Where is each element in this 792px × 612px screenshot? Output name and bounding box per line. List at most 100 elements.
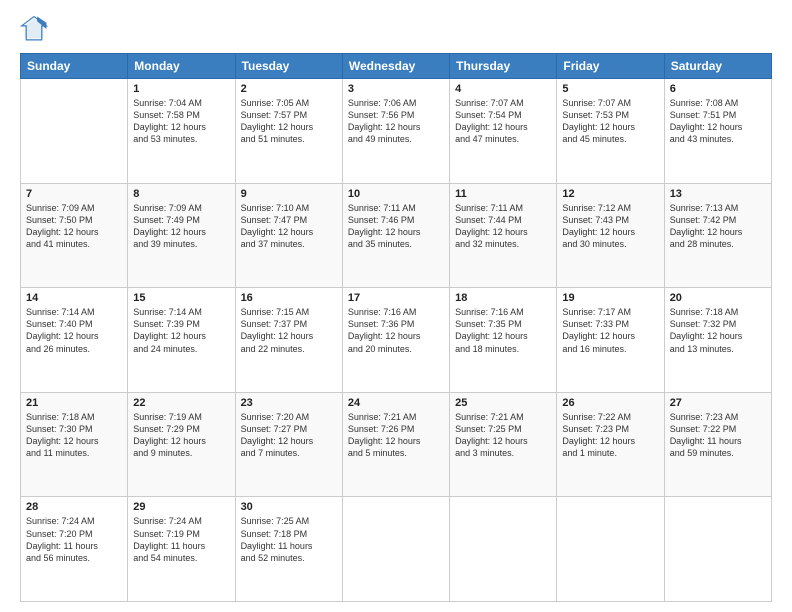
- page: SundayMondayTuesdayWednesdayThursdayFrid…: [0, 0, 792, 612]
- header-day-sunday: Sunday: [21, 54, 128, 79]
- day-info: Sunrise: 7:14 AM Sunset: 7:39 PM Dayligh…: [133, 306, 229, 355]
- day-cell: 3 Sunrise: 7:06 AM Sunset: 7:56 PM Daylig…: [342, 79, 449, 184]
- day-info: Sunrise: 7:21 AM Sunset: 7:26 PM Dayligh…: [348, 411, 444, 460]
- day-number: 18: [455, 292, 551, 304]
- day-number: 6: [670, 83, 766, 95]
- day-info: Sunrise: 7:11 AM Sunset: 7:46 PM Dayligh…: [348, 202, 444, 251]
- day-number: 10: [348, 188, 444, 200]
- day-number: 14: [26, 292, 122, 304]
- day-info: Sunrise: 7:16 AM Sunset: 7:36 PM Dayligh…: [348, 306, 444, 355]
- day-cell: [557, 497, 664, 602]
- day-cell: 24 Sunrise: 7:21 AM Sunset: 7:26 PM Dayli…: [342, 392, 449, 497]
- day-info: Sunrise: 7:08 AM Sunset: 7:51 PM Dayligh…: [670, 97, 766, 146]
- day-number: 8: [133, 188, 229, 200]
- day-info: Sunrise: 7:24 AM Sunset: 7:19 PM Dayligh…: [133, 515, 229, 564]
- header-day-wednesday: Wednesday: [342, 54, 449, 79]
- day-info: Sunrise: 7:12 AM Sunset: 7:43 PM Dayligh…: [562, 202, 658, 251]
- day-cell: [664, 497, 771, 602]
- header-day-monday: Monday: [128, 54, 235, 79]
- day-number: 29: [133, 501, 229, 513]
- day-cell: 14 Sunrise: 7:14 AM Sunset: 7:40 PM Dayli…: [21, 288, 128, 393]
- day-cell: 27Sunrise: 7:23 AM Sunset: 7:22 PM Dayli…: [664, 392, 771, 497]
- day-info: Sunrise: 7:11 AM Sunset: 7:44 PM Dayligh…: [455, 202, 551, 251]
- day-number: 3: [348, 83, 444, 95]
- day-number: 25: [455, 397, 551, 409]
- day-info: Sunrise: 7:25 AM Sunset: 7:18 PM Dayligh…: [241, 515, 337, 564]
- day-info: Sunrise: 7:24 AM Sunset: 7:20 PM Dayligh…: [26, 515, 122, 564]
- day-cell: 20 Sunrise: 7:18 AM Sunset: 7:32 PM Dayli…: [664, 288, 771, 393]
- day-info: Sunrise: 7:05 AM Sunset: 7:57 PM Dayligh…: [241, 97, 337, 146]
- week-row-5: 28 Sunrise: 7:24 AM Sunset: 7:20 PM Dayli…: [21, 497, 772, 602]
- day-info: Sunrise: 7:10 AM Sunset: 7:47 PM Dayligh…: [241, 202, 337, 251]
- day-number: 16: [241, 292, 337, 304]
- day-number: 1: [133, 83, 229, 95]
- header-day-saturday: Saturday: [664, 54, 771, 79]
- day-cell: [21, 79, 128, 184]
- day-number: 20: [670, 292, 766, 304]
- week-row-3: 14 Sunrise: 7:14 AM Sunset: 7:40 PM Dayli…: [21, 288, 772, 393]
- day-cell: 15 Sunrise: 7:14 AM Sunset: 7:39 PM Dayli…: [128, 288, 235, 393]
- logo-icon: [20, 15, 48, 43]
- day-info: Sunrise: 7:22 AM Sunset: 7:23 PM Dayligh…: [562, 411, 658, 460]
- logo: [20, 15, 52, 43]
- day-info: Sunrise: 7:18 AM Sunset: 7:32 PM Dayligh…: [670, 306, 766, 355]
- day-info: Sunrise: 7:04 AM Sunset: 7:58 PM Dayligh…: [133, 97, 229, 146]
- week-row-4: 21 Sunrise: 7:18 AM Sunset: 7:30 PM Dayli…: [21, 392, 772, 497]
- day-number: 11: [455, 188, 551, 200]
- day-cell: 19 Sunrise: 7:17 AM Sunset: 7:33 PM Dayli…: [557, 288, 664, 393]
- day-number: 26: [562, 397, 658, 409]
- day-number: 22: [133, 397, 229, 409]
- day-number: 21: [26, 397, 122, 409]
- day-cell: 26 Sunrise: 7:22 AM Sunset: 7:23 PM Dayli…: [557, 392, 664, 497]
- day-cell: 7 Sunrise: 7:09 AM Sunset: 7:50 PM Daylig…: [21, 183, 128, 288]
- day-cell: 13 Sunrise: 7:13 AM Sunset: 7:42 PM Dayli…: [664, 183, 771, 288]
- header-day-tuesday: Tuesday: [235, 54, 342, 79]
- day-cell: 6 Sunrise: 7:08 AM Sunset: 7:51 PM Daylig…: [664, 79, 771, 184]
- day-number: 9: [241, 188, 337, 200]
- day-info: Sunrise: 7:23 AM Sunset: 7:22 PM Dayligh…: [670, 411, 766, 460]
- week-row-1: 1 Sunrise: 7:04 AM Sunset: 7:58 PM Daylig…: [21, 79, 772, 184]
- day-info: Sunrise: 7:07 AM Sunset: 7:53 PM Dayligh…: [562, 97, 658, 146]
- day-number: 19: [562, 292, 658, 304]
- day-cell: 10 Sunrise: 7:11 AM Sunset: 7:46 PM Dayli…: [342, 183, 449, 288]
- day-info: Sunrise: 7:16 AM Sunset: 7:35 PM Dayligh…: [455, 306, 551, 355]
- calendar-header: SundayMondayTuesdayWednesdayThursdayFrid…: [21, 54, 772, 79]
- day-info: Sunrise: 7:06 AM Sunset: 7:56 PM Dayligh…: [348, 97, 444, 146]
- day-cell: 16Sunrise: 7:15 AM Sunset: 7:37 PM Dayli…: [235, 288, 342, 393]
- day-info: Sunrise: 7:14 AM Sunset: 7:40 PM Dayligh…: [26, 306, 122, 355]
- day-cell: 30Sunrise: 7:25 AM Sunset: 7:18 PM Dayli…: [235, 497, 342, 602]
- day-cell: 8Sunrise: 7:09 AM Sunset: 7:49 PM Daylig…: [128, 183, 235, 288]
- day-number: 13: [670, 188, 766, 200]
- day-number: 17: [348, 292, 444, 304]
- day-number: 4: [455, 83, 551, 95]
- day-cell: [342, 497, 449, 602]
- calendar-table: SundayMondayTuesdayWednesdayThursdayFrid…: [20, 53, 772, 602]
- day-number: 24: [348, 397, 444, 409]
- day-cell: 21 Sunrise: 7:18 AM Sunset: 7:30 PM Dayli…: [21, 392, 128, 497]
- day-number: 7: [26, 188, 122, 200]
- day-number: 12: [562, 188, 658, 200]
- day-number: 23: [241, 397, 337, 409]
- day-number: 2: [241, 83, 337, 95]
- day-cell: 22 Sunrise: 7:19 AM Sunset: 7:29 PM Dayli…: [128, 392, 235, 497]
- day-info: Sunrise: 7:07 AM Sunset: 7:54 PM Dayligh…: [455, 97, 551, 146]
- day-info: Sunrise: 7:20 AM Sunset: 7:27 PM Dayligh…: [241, 411, 337, 460]
- day-cell: 23 Sunrise: 7:20 AM Sunset: 7:27 PM Dayli…: [235, 392, 342, 497]
- day-cell: 25 Sunrise: 7:21 AM Sunset: 7:25 PM Dayli…: [450, 392, 557, 497]
- day-info: Sunrise: 7:09 AM Sunset: 7:50 PM Dayligh…: [26, 202, 122, 251]
- header: [20, 15, 772, 43]
- day-cell: 12 Sunrise: 7:12 AM Sunset: 7:43 PM Dayli…: [557, 183, 664, 288]
- day-cell: 9 Sunrise: 7:10 AM Sunset: 7:47 PM Daylig…: [235, 183, 342, 288]
- day-info: Sunrise: 7:17 AM Sunset: 7:33 PM Dayligh…: [562, 306, 658, 355]
- day-info: Sunrise: 7:18 AM Sunset: 7:30 PM Dayligh…: [26, 411, 122, 460]
- day-cell: 17 Sunrise: 7:16 AM Sunset: 7:36 PM Dayli…: [342, 288, 449, 393]
- day-info: Sunrise: 7:13 AM Sunset: 7:42 PM Dayligh…: [670, 202, 766, 251]
- day-info: Sunrise: 7:19 AM Sunset: 7:29 PM Dayligh…: [133, 411, 229, 460]
- day-number: 15: [133, 292, 229, 304]
- day-number: 5: [562, 83, 658, 95]
- day-number: 28: [26, 501, 122, 513]
- day-cell: 2 Sunrise: 7:05 AM Sunset: 7:57 PM Daylig…: [235, 79, 342, 184]
- day-info: Sunrise: 7:21 AM Sunset: 7:25 PM Dayligh…: [455, 411, 551, 460]
- day-cell: 11 Sunrise: 7:11 AM Sunset: 7:44 PM Dayli…: [450, 183, 557, 288]
- calendar-body: 1 Sunrise: 7:04 AM Sunset: 7:58 PM Daylig…: [21, 79, 772, 602]
